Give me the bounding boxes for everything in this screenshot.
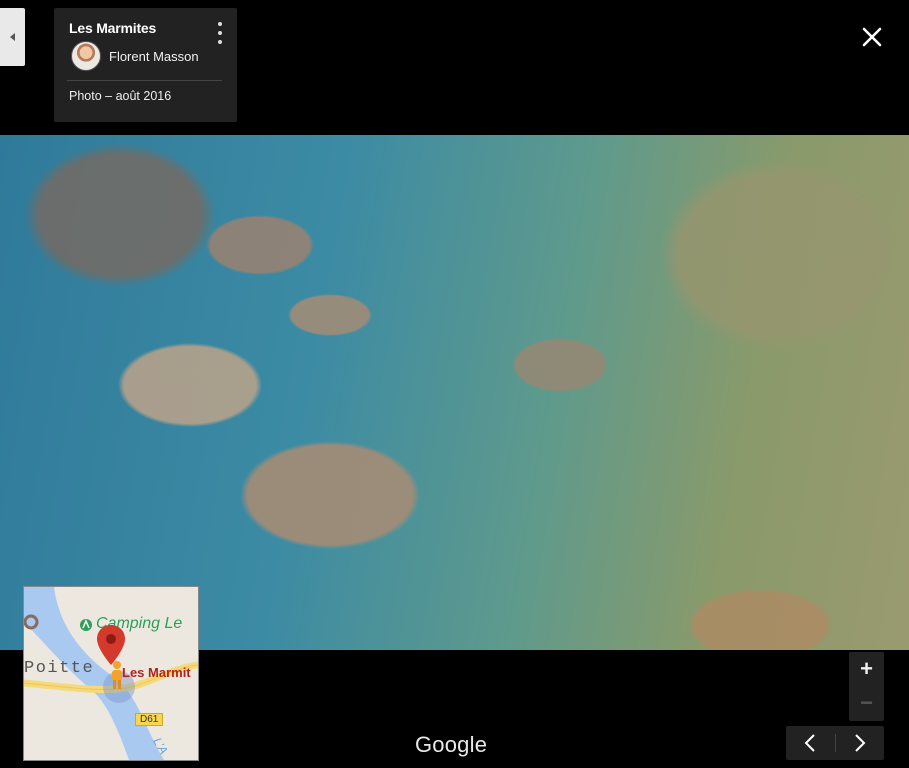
chevron-left-icon: [804, 734, 815, 752]
mini-map[interactable]: Camping Le Poitte Les Marmit D61 L'A: [23, 586, 199, 761]
road-label: D61: [135, 713, 164, 726]
close-icon: [862, 27, 882, 47]
photo-date: Photo – août 2016: [69, 89, 172, 103]
more-vert-icon[interactable]: [217, 22, 223, 44]
zoom-controls: + −: [849, 652, 884, 721]
previous-photo-button[interactable]: [786, 726, 835, 760]
photo-navigation: [786, 726, 884, 760]
photo-viewer[interactable]: [0, 135, 909, 650]
photo-info-card: Les Marmites Florent Masson Photo – août…: [54, 8, 237, 122]
chevron-right-icon: [855, 734, 866, 752]
zoom-in-button[interactable]: +: [849, 652, 884, 686]
google-logo: Google: [415, 732, 488, 757]
author-row[interactable]: Florent Masson: [69, 41, 222, 71]
collapse-left-icon: [10, 33, 15, 41]
place-label: Les Marmit: [122, 665, 191, 680]
map-pin-icon: [97, 625, 125, 665]
place-title[interactable]: Les Marmites: [69, 20, 222, 36]
avatar[interactable]: [71, 41, 101, 71]
close-button[interactable]: [857, 22, 887, 52]
pegman-icon[interactable]: [109, 661, 125, 689]
next-photo-button[interactable]: [836, 726, 885, 760]
author-name[interactable]: Florent Masson: [109, 49, 199, 64]
town-label: Poitte: [24, 659, 95, 678]
divider: [67, 80, 222, 81]
zoom-out-button[interactable]: −: [849, 686, 884, 720]
collapse-panel-button[interactable]: [0, 8, 25, 66]
